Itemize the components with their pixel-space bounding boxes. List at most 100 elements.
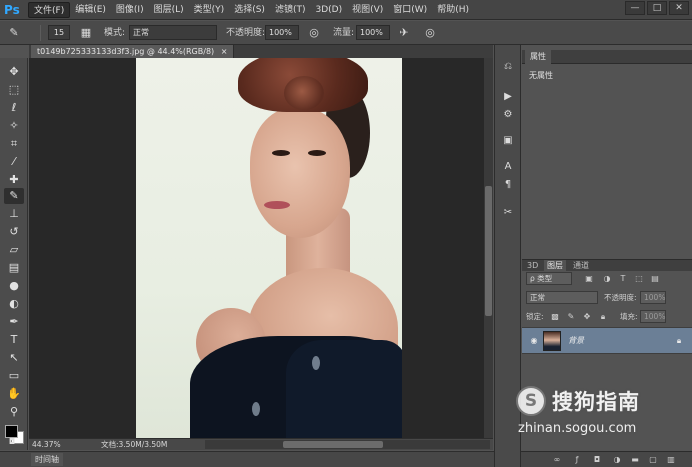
document-tab-title: t0149b725333133d3f3.jpg @ 44.4%(RGB/8) — [37, 47, 215, 56]
layer-row-background[interactable]: ◉ 背景 🔒︎ — [522, 327, 692, 354]
menu-type[interactable]: 类型(Y) — [189, 2, 230, 18]
foreground-color-swatch[interactable] — [5, 425, 18, 438]
link-layers-icon[interactable]: ∞ — [552, 455, 562, 465]
marquee-tool-icon[interactable]: ⬚ — [4, 82, 24, 98]
brush-panel-icon[interactable]: ▦ — [78, 25, 94, 41]
menu-layer[interactable]: 图层(L) — [149, 2, 189, 18]
adjustment-layer-icon[interactable]: ◑ — [612, 455, 622, 465]
fill-input[interactable]: 100% — [640, 310, 666, 323]
lock-pixels-icon[interactable]: ✎ — [566, 312, 576, 322]
character-panel-icon[interactable]: A — [500, 159, 516, 175]
adjustments-panel-icon[interactable]: ⚙ — [500, 107, 516, 123]
filter-shape-icon[interactable]: ⬚ — [634, 274, 644, 284]
type-tool-icon[interactable]: T — [4, 332, 24, 348]
dodge-tool-icon[interactable]: ◐ — [4, 296, 24, 312]
brush-size-picker[interactable]: 15 — [48, 25, 70, 40]
tab-channels[interactable]: 通道 — [570, 260, 592, 272]
crop-tool-icon[interactable]: ⌗ — [4, 136, 24, 152]
lock-position-icon[interactable]: ✥ — [582, 312, 592, 322]
pen-tool-icon[interactable]: ✒ — [4, 314, 24, 330]
move-tool-icon[interactable]: ✥ — [4, 64, 24, 80]
photo-eye-left — [272, 150, 290, 156]
eyedropper-icon[interactable]: ⁄ — [4, 154, 24, 170]
horizontal-scroll-thumb[interactable] — [283, 441, 383, 448]
spot-heal-icon[interactable]: ✚ — [4, 172, 24, 188]
tab-3d[interactable]: 3D — [524, 260, 541, 272]
zoom-level[interactable]: 44.37% — [32, 439, 61, 450]
mode-select[interactable]: 正常 — [129, 25, 217, 40]
tab-layers[interactable]: 图层 — [544, 260, 566, 272]
menu-view[interactable]: 视图(V) — [347, 2, 388, 18]
paragraph-panel-icon[interactable]: ¶ — [500, 177, 516, 193]
eraser-icon[interactable]: ▱ — [4, 242, 24, 258]
eye-visibility-icon[interactable]: ◉ — [528, 336, 540, 346]
pressure-opacity-icon[interactable]: ◎ — [306, 25, 322, 41]
vertical-scrollbar[interactable] — [484, 58, 493, 438]
document-size[interactable]: 文档:3.50M/3.50M — [101, 439, 167, 450]
pressure-size-icon[interactable]: ◎ — [422, 25, 438, 41]
new-layer-icon[interactable]: ▢ — [648, 455, 658, 465]
lock-transparent-icon[interactable]: ▩ — [550, 312, 560, 322]
layers-tab-bar: 3D 图层 通道 — [522, 259, 692, 272]
properties-empty-label: 无属性 — [529, 71, 553, 80]
menu-edit[interactable]: 编辑(E) — [70, 2, 111, 18]
lock-all-icon[interactable]: 🔒︎ — [598, 312, 608, 322]
menu-help[interactable]: 帮助(H) — [432, 2, 474, 18]
photo-dress-sleeve — [286, 340, 402, 438]
photo-dress-highlight — [252, 402, 260, 416]
menu-file[interactable]: 文件(F) — [28, 2, 71, 18]
properties-header: 属性 — [522, 50, 692, 64]
document-tab[interactable]: t0149b725333133d3f3.jpg @ 44.4%(RGB/8) × — [31, 45, 235, 58]
vertical-scroll-thumb[interactable] — [485, 186, 492, 316]
styles-panel-icon[interactable]: ▣ — [500, 133, 516, 149]
history-panel-icon[interactable]: ⎌ — [500, 59, 516, 75]
tool-presets-icon[interactable]: ✂ — [500, 205, 516, 221]
layer-style-icon[interactable]: ƒ — [572, 455, 582, 465]
photo-eye-right — [308, 150, 326, 156]
filter-adjust-icon[interactable]: ◑ — [602, 274, 612, 284]
hand-tool-icon[interactable]: ✋ — [4, 386, 24, 402]
trash-icon[interactable]: ▥ — [666, 455, 676, 465]
rectangle-tool-icon[interactable]: ▭ — [4, 368, 24, 384]
filter-smart-icon[interactable]: ▤ — [650, 274, 660, 284]
brush-preset-icon[interactable]: ✎ — [6, 25, 22, 41]
blur-tool-icon[interactable]: ● — [4, 278, 24, 294]
opacity-input[interactable]: 100% — [265, 25, 299, 40]
menu-3d[interactable]: 3D(D) — [310, 2, 347, 18]
timeline-tab[interactable]: 时间轴 — [31, 453, 63, 466]
path-select-icon[interactable]: ↖ — [4, 350, 24, 366]
clone-stamp-icon[interactable]: ⊥ — [4, 206, 24, 222]
right-panels: 属性 无属性 3D 图层 通道 ρ 类型 ▣ ◑ T ⬚ ▤ 正常 不透明度: … — [522, 50, 692, 467]
layer-filter-select[interactable]: ρ 类型 — [526, 272, 572, 285]
add-mask-icon[interactable]: ◘ — [592, 455, 602, 465]
flow-input[interactable]: 100% — [356, 25, 390, 40]
blend-mode-select[interactable]: 正常 — [526, 291, 598, 304]
lock-icon: 🔒︎ — [676, 336, 682, 345]
menu-window[interactable]: 窗口(W) — [388, 2, 432, 18]
minimize-button[interactable]: — — [625, 1, 645, 15]
menu-image[interactable]: 图像(I) — [111, 2, 149, 18]
quick-select-icon[interactable]: ✧ — [4, 118, 24, 134]
photo-lips — [264, 201, 290, 209]
filter-type-icon[interactable]: T — [618, 274, 628, 284]
menu-select[interactable]: 选择(S) — [229, 2, 270, 18]
properties-tab[interactable]: 属性 — [525, 50, 551, 64]
brush-tool-icon[interactable]: ✎ — [4, 188, 24, 204]
lasso-tool-icon[interactable]: ℓ — [4, 100, 24, 116]
airbrush-icon[interactable]: ✈ — [396, 25, 412, 41]
menu-filter[interactable]: 滤镜(T) — [270, 2, 311, 18]
filter-pixel-icon[interactable]: ▣ — [584, 274, 594, 284]
maximize-button[interactable]: □ — [647, 1, 667, 15]
close-button[interactable]: ✕ — [669, 1, 689, 15]
canvas-area[interactable] — [29, 58, 484, 438]
close-icon[interactable]: × — [221, 47, 228, 56]
timeline-bar: 时间轴 — [0, 451, 522, 467]
actions-panel-icon[interactable]: ▶ — [500, 89, 516, 105]
zoom-tool-icon[interactable]: ⚲ — [4, 404, 24, 420]
layer-name[interactable]: 背景 — [568, 335, 584, 346]
history-brush-icon[interactable]: ↺ — [4, 224, 24, 240]
gradient-icon[interactable]: ▤ — [4, 260, 24, 276]
layer-opacity-input[interactable]: 100% — [640, 291, 666, 304]
horizontal-scrollbar[interactable] — [205, 440, 490, 449]
group-folder-icon[interactable]: ▬ — [630, 455, 640, 465]
